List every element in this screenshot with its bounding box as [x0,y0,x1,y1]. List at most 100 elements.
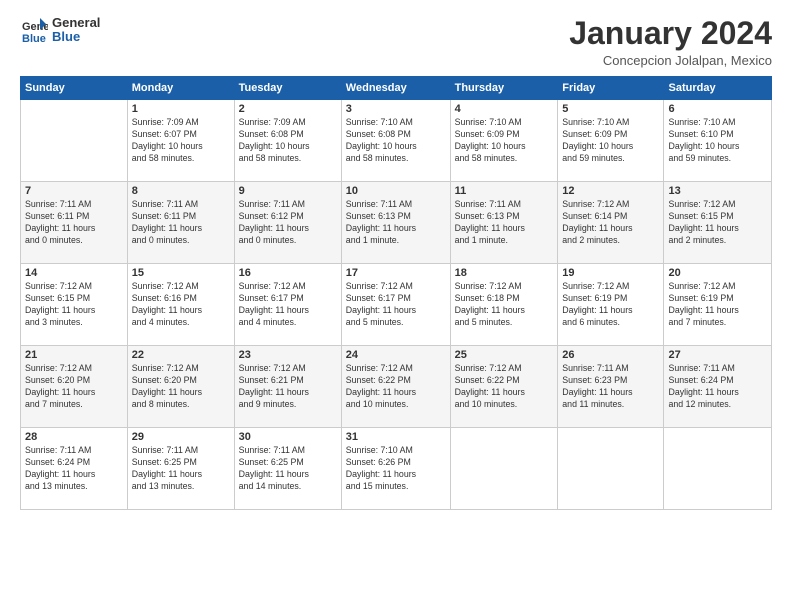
calendar-cell: 11Sunrise: 7:11 AM Sunset: 6:13 PM Dayli… [450,182,558,264]
day-number: 29 [132,431,230,443]
day-info: Sunrise: 7:11 AM Sunset: 6:11 PM Dayligh… [132,199,230,247]
col-sunday: Sunday [21,77,128,100]
calendar-cell: 20 Sunrise: 7:12 AM Sunset: 6:19 PM Dayli… [664,264,772,346]
week-row-0: 1Sunrise: 7:09 AM Sunset: 6:07 PM Daylig… [21,100,772,182]
day-info: Sunrise: 7:12 AM Sunset: 6:18 PM Dayligh… [455,281,554,329]
calendar-cell: 18 Sunrise: 7:12 AM Sunset: 6:18 PM Dayli… [450,264,558,346]
page: General Blue General Blue January 2024 C… [0,0,792,612]
week-row-2: 14 Sunrise: 7:12 AM Sunset: 6:15 PM Dayli… [21,264,772,346]
day-info: Sunrise: 7:11 AM Sunset: 6:23 PM Dayligh… [562,363,659,411]
day-number: 20 [668,267,767,279]
day-number: 7 [25,185,123,197]
calendar-cell: 25Sunrise: 7:12 AM Sunset: 6:22 PM Dayli… [450,346,558,428]
day-number: 28 [25,431,123,443]
day-number: 14 [25,267,123,279]
day-number: 23 [239,349,337,361]
day-number: 15 [132,267,230,279]
calendar-cell: 27 Sunrise: 7:11 AM Sunset: 6:24 PM Dayli… [664,346,772,428]
day-info: Sunrise: 7:12 AM Sunset: 6:17 PM Dayligh… [239,281,337,329]
day-info: Sunrise: 7:10 AM Sunset: 6:10 PM Dayligh… [668,117,767,165]
week-row-1: 7 Sunrise: 7:11 AM Sunset: 6:11 PM Daylig… [21,182,772,264]
calendar-cell: 26 Sunrise: 7:11 AM Sunset: 6:23 PM Dayli… [558,346,664,428]
svg-text:Blue: Blue [22,33,46,44]
day-info: Sunrise: 7:12 AM Sunset: 6:15 PM Dayligh… [25,281,123,329]
col-thursday: Thursday [450,77,558,100]
calendar-cell: 2 Sunrise: 7:09 AM Sunset: 6:08 PM Daylig… [234,100,341,182]
day-number: 18 [455,267,554,279]
day-number: 2 [239,103,337,115]
day-info: Sunrise: 7:12 AM Sunset: 6:22 PM Dayligh… [455,363,554,411]
day-number: 5 [562,103,659,115]
col-friday: Friday [558,77,664,100]
calendar-cell: 6 Sunrise: 7:10 AM Sunset: 6:10 PM Daylig… [664,100,772,182]
calendar-cell: 4Sunrise: 7:10 AM Sunset: 6:09 PM Daylig… [450,100,558,182]
day-number: 26 [562,349,659,361]
calendar-cell: 7 Sunrise: 7:11 AM Sunset: 6:11 PM Daylig… [21,182,128,264]
day-info: Sunrise: 7:12 AM Sunset: 6:21 PM Dayligh… [239,363,337,411]
calendar-cell: 13 Sunrise: 7:12 AM Sunset: 6:15 PM Dayli… [664,182,772,264]
day-info: Sunrise: 7:12 AM Sunset: 6:15 PM Dayligh… [668,199,767,247]
calendar-cell [450,428,558,510]
day-number: 30 [239,431,337,443]
calendar-cell: 31 Sunrise: 7:10 AM Sunset: 6:26 PM Dayli… [341,428,450,510]
day-number: 31 [346,431,446,443]
day-number: 8 [132,185,230,197]
logo-blue: Blue [52,30,100,44]
day-info: Sunrise: 7:11 AM Sunset: 6:13 PM Dayligh… [346,199,446,247]
calendar-cell: 8 Sunrise: 7:11 AM Sunset: 6:11 PM Daylig… [127,182,234,264]
day-number: 13 [668,185,767,197]
week-row-3: 21 Sunrise: 7:12 AM Sunset: 6:20 PM Dayli… [21,346,772,428]
day-number: 17 [346,267,446,279]
calendar-cell: 30Sunrise: 7:11 AM Sunset: 6:25 PM Dayli… [234,428,341,510]
calendar-table: Sunday Monday Tuesday Wednesday Thursday… [20,76,772,510]
calendar-cell: 23 Sunrise: 7:12 AM Sunset: 6:21 PM Dayli… [234,346,341,428]
day-info: Sunrise: 7:12 AM Sunset: 6:20 PM Dayligh… [25,363,123,411]
day-number: 6 [668,103,767,115]
day-info: Sunrise: 7:10 AM Sunset: 6:09 PM Dayligh… [562,117,659,165]
day-number: 21 [25,349,123,361]
day-info: Sunrise: 7:10 AM Sunset: 6:08 PM Dayligh… [346,117,446,165]
calendar-cell: 29 Sunrise: 7:11 AM Sunset: 6:25 PM Dayli… [127,428,234,510]
calendar-cell [21,100,128,182]
col-wednesday: Wednesday [341,77,450,100]
header-row: Sunday Monday Tuesday Wednesday Thursday… [21,77,772,100]
month-title: January 2024 [569,16,772,51]
calendar-cell: 16 Sunrise: 7:12 AM Sunset: 6:17 PM Dayli… [234,264,341,346]
day-info: Sunrise: 7:11 AM Sunset: 6:11 PM Dayligh… [25,199,123,247]
day-number: 27 [668,349,767,361]
day-info: Sunrise: 7:11 AM Sunset: 6:13 PM Dayligh… [455,199,554,247]
calendar-cell: 19Sunrise: 7:12 AM Sunset: 6:19 PM Dayli… [558,264,664,346]
header: General Blue General Blue January 2024 C… [20,16,772,68]
location: Concepcion Jolalpan, Mexico [569,53,772,68]
day-info: Sunrise: 7:11 AM Sunset: 6:25 PM Dayligh… [132,445,230,493]
calendar-cell: 12Sunrise: 7:12 AM Sunset: 6:14 PM Dayli… [558,182,664,264]
day-number: 16 [239,267,337,279]
calendar-cell: 21 Sunrise: 7:12 AM Sunset: 6:20 PM Dayli… [21,346,128,428]
day-number: 10 [346,185,446,197]
day-number: 19 [562,267,659,279]
col-monday: Monday [127,77,234,100]
day-info: Sunrise: 7:12 AM Sunset: 6:14 PM Dayligh… [562,199,659,247]
day-number: 3 [346,103,446,115]
day-info: Sunrise: 7:12 AM Sunset: 6:16 PM Dayligh… [132,281,230,329]
day-info: Sunrise: 7:12 AM Sunset: 6:19 PM Dayligh… [668,281,767,329]
day-number: 22 [132,349,230,361]
day-info: Sunrise: 7:12 AM Sunset: 6:17 PM Dayligh… [346,281,446,329]
day-info: Sunrise: 7:09 AM Sunset: 6:08 PM Dayligh… [239,117,337,165]
calendar-cell: 22Sunrise: 7:12 AM Sunset: 6:20 PM Dayli… [127,346,234,428]
calendar-cell: 9Sunrise: 7:11 AM Sunset: 6:12 PM Daylig… [234,182,341,264]
calendar-cell: 28 Sunrise: 7:11 AM Sunset: 6:24 PM Dayli… [21,428,128,510]
logo-icon: General Blue [20,16,48,44]
col-saturday: Saturday [664,77,772,100]
day-number: 1 [132,103,230,115]
calendar-cell: 3 Sunrise: 7:10 AM Sunset: 6:08 PM Daylig… [341,100,450,182]
calendar-cell: 15 Sunrise: 7:12 AM Sunset: 6:16 PM Dayli… [127,264,234,346]
calendar-cell: 10 Sunrise: 7:11 AM Sunset: 6:13 PM Dayli… [341,182,450,264]
day-info: Sunrise: 7:10 AM Sunset: 6:26 PM Dayligh… [346,445,446,493]
calendar-cell: 1Sunrise: 7:09 AM Sunset: 6:07 PM Daylig… [127,100,234,182]
day-info: Sunrise: 7:11 AM Sunset: 6:12 PM Dayligh… [239,199,337,247]
week-row-4: 28 Sunrise: 7:11 AM Sunset: 6:24 PM Dayli… [21,428,772,510]
day-info: Sunrise: 7:11 AM Sunset: 6:24 PM Dayligh… [25,445,123,493]
day-info: Sunrise: 7:11 AM Sunset: 6:24 PM Dayligh… [668,363,767,411]
day-info: Sunrise: 7:12 AM Sunset: 6:22 PM Dayligh… [346,363,446,411]
